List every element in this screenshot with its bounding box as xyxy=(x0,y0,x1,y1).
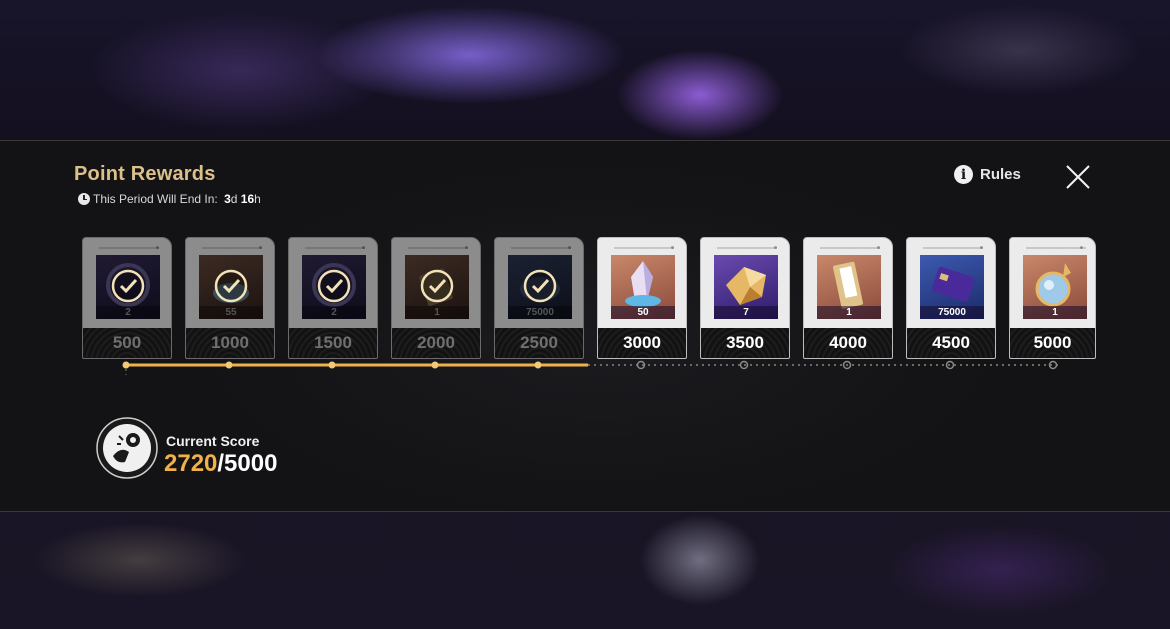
pass-card-icon: 1 xyxy=(817,255,881,319)
current-score-label: Current Score xyxy=(166,433,260,449)
blurred-background-bottom xyxy=(0,512,1170,629)
reward-points: 1500 xyxy=(289,328,377,358)
claimed-check-icon xyxy=(420,269,454,303)
reward-qty: 7 xyxy=(714,306,778,319)
reward-track: 2 500 55 1000 2 1500 1 2000 75000 2500 5… xyxy=(82,237,1102,359)
period-label: This Period Will End In: xyxy=(93,192,218,206)
reward-qty: 1 xyxy=(1023,306,1087,319)
period-days: 3 xyxy=(224,192,231,206)
crystal-icon: 50 xyxy=(611,255,675,319)
reward-points: 2500 xyxy=(495,328,583,358)
orb-icon: 1 xyxy=(1023,255,1087,319)
score-progress-bar xyxy=(122,360,1058,375)
info-icon: i xyxy=(954,165,973,184)
current-score-value: 2720/5000 xyxy=(164,450,277,478)
reward-card-4000[interactable]: 1 4000 xyxy=(803,237,893,359)
reward-card-2000[interactable]: 1 2000 xyxy=(391,237,481,359)
reward-card-1500[interactable]: 2 1500 xyxy=(288,237,378,359)
clock-icon xyxy=(78,193,90,205)
reward-card-2500[interactable]: 75000 2500 xyxy=(494,237,584,359)
current-score: 2720 xyxy=(164,450,218,477)
reward-qty: 50 xyxy=(611,306,675,319)
claimed-check-icon xyxy=(523,269,557,303)
reward-points: 3500 xyxy=(701,328,789,358)
panel-title: Point Rewards xyxy=(74,163,216,185)
reward-points: 5000 xyxy=(1010,328,1095,358)
reward-points: 500 xyxy=(83,328,171,358)
score-medal-icon xyxy=(96,417,158,479)
claimed-check-icon xyxy=(214,269,248,303)
reward-card-4500[interactable]: 75000 4500 xyxy=(906,237,996,359)
blurred-background-top xyxy=(0,0,1170,140)
reward-card-3500[interactable]: 7 3500 xyxy=(700,237,790,359)
gold-ore-icon: 7 xyxy=(714,255,778,319)
reward-points: 1000 xyxy=(186,328,274,358)
rules-label: Rules xyxy=(980,166,1021,183)
reward-points: 3000 xyxy=(598,328,686,358)
rules-button[interactable]: i Rules xyxy=(954,165,1021,184)
period-days-unit: d xyxy=(230,192,238,206)
reward-card-1000[interactable]: 55 1000 xyxy=(185,237,275,359)
period-hours-unit: h xyxy=(254,192,261,206)
reward-card-5000[interactable]: 1 5000 xyxy=(1009,237,1096,359)
reward-points: 2000 xyxy=(392,328,480,358)
point-rewards-panel: Point Rewards This Period Will End In: 3… xyxy=(0,140,1170,512)
reward-points: 4500 xyxy=(907,328,995,358)
reward-card-500[interactable]: 2 500 xyxy=(82,237,172,359)
close-icon[interactable] xyxy=(1064,163,1092,191)
claimed-check-icon xyxy=(317,269,351,303)
claimed-check-icon xyxy=(111,269,145,303)
reward-points: 4000 xyxy=(804,328,892,358)
reward-qty: 1 xyxy=(817,306,881,319)
reward-qty: 75000 xyxy=(920,306,984,319)
period-hours: 16 xyxy=(240,192,255,206)
max-score: /5000 xyxy=(217,450,278,477)
credit-card-icon: 75000 xyxy=(920,255,984,319)
reward-card-3000[interactable]: 50 3000 xyxy=(597,237,687,359)
period-timer: This Period Will End In: 3d 16h xyxy=(78,192,261,206)
